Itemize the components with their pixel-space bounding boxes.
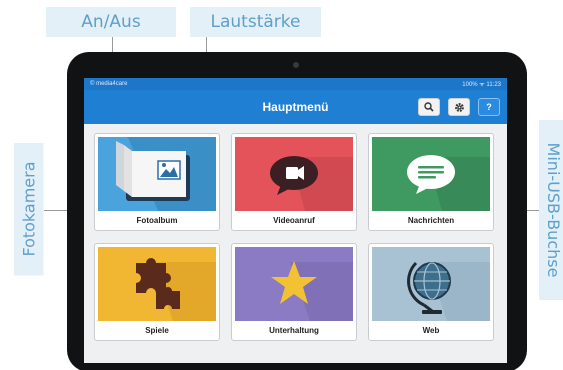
callout-camera-wrap: Fotokamera [14, 143, 44, 276]
tile-videoanruf[interactable]: Videoanruf [231, 133, 357, 231]
tile-art-spiele [98, 247, 216, 321]
tablet-device: © media4care 100% ᯤ 11:23 Hauptmenü ? Fo… [67, 52, 527, 370]
help-label: ? [486, 102, 492, 112]
tile-web[interactable]: Web [368, 243, 494, 341]
globe-icon [407, 261, 490, 321]
header-buttons: ? [418, 98, 500, 116]
search-icon [424, 102, 434, 112]
tile-label-nachrichten: Nachrichten [407, 216, 455, 225]
page-title: Hauptmenü [262, 100, 329, 114]
app-header: Hauptmenü ? [84, 90, 507, 124]
settings-button[interactable] [448, 98, 470, 116]
tile-label-unterhaltung: Unterhaltung [269, 326, 319, 335]
tile-fotoalbum[interactable]: Fotoalbum [94, 133, 220, 231]
callout-camera: Fotokamera [14, 143, 44, 276]
leader-usb [527, 210, 539, 211]
callout-usb-wrap: Mini-USB-Buchse [539, 120, 563, 300]
brand-label: © media4care [90, 81, 128, 87]
tile-unterhaltung[interactable]: Unterhaltung [231, 243, 357, 341]
tile-label-fotoalbum: Fotoalbum [136, 216, 178, 225]
tile-art-videoanruf [235, 137, 353, 211]
tile-art-fotoalbum [98, 137, 216, 211]
leader-camera [44, 210, 68, 211]
tile-spiele[interactable]: Spiele [94, 243, 220, 341]
tile-art-unterhaltung [235, 247, 353, 321]
tile-label-web: Web [422, 326, 440, 335]
callout-power: An/Aus [46, 7, 176, 37]
callout-volume: Lautstärke [190, 7, 321, 37]
tile-label-videoanruf: Videoanruf [273, 216, 315, 225]
front-camera [293, 62, 299, 68]
status-indicators: 100% ᯤ 11:23 [462, 82, 501, 88]
tile-label-spiele: Spiele [145, 326, 169, 335]
tile-nachrichten[interactable]: Nachrichten [368, 133, 494, 231]
star-icon [271, 261, 353, 321]
puzzle-icon [136, 258, 216, 321]
message-icon [407, 155, 490, 211]
callout-usb: Mini-USB-Buchse [539, 120, 563, 300]
gear-icon [454, 102, 464, 112]
help-button[interactable]: ? [478, 98, 500, 116]
tile-art-nachrichten [372, 137, 490, 211]
search-button[interactable] [418, 98, 440, 116]
video-camera-icon [270, 156, 353, 211]
tile-art-web [372, 247, 490, 321]
status-bar: © media4care 100% ᯤ 11:23 [84, 78, 507, 90]
tablet-screen: © media4care 100% ᯤ 11:23 Hauptmenü ? Fo… [84, 78, 507, 363]
photo-album-icon [116, 137, 216, 211]
